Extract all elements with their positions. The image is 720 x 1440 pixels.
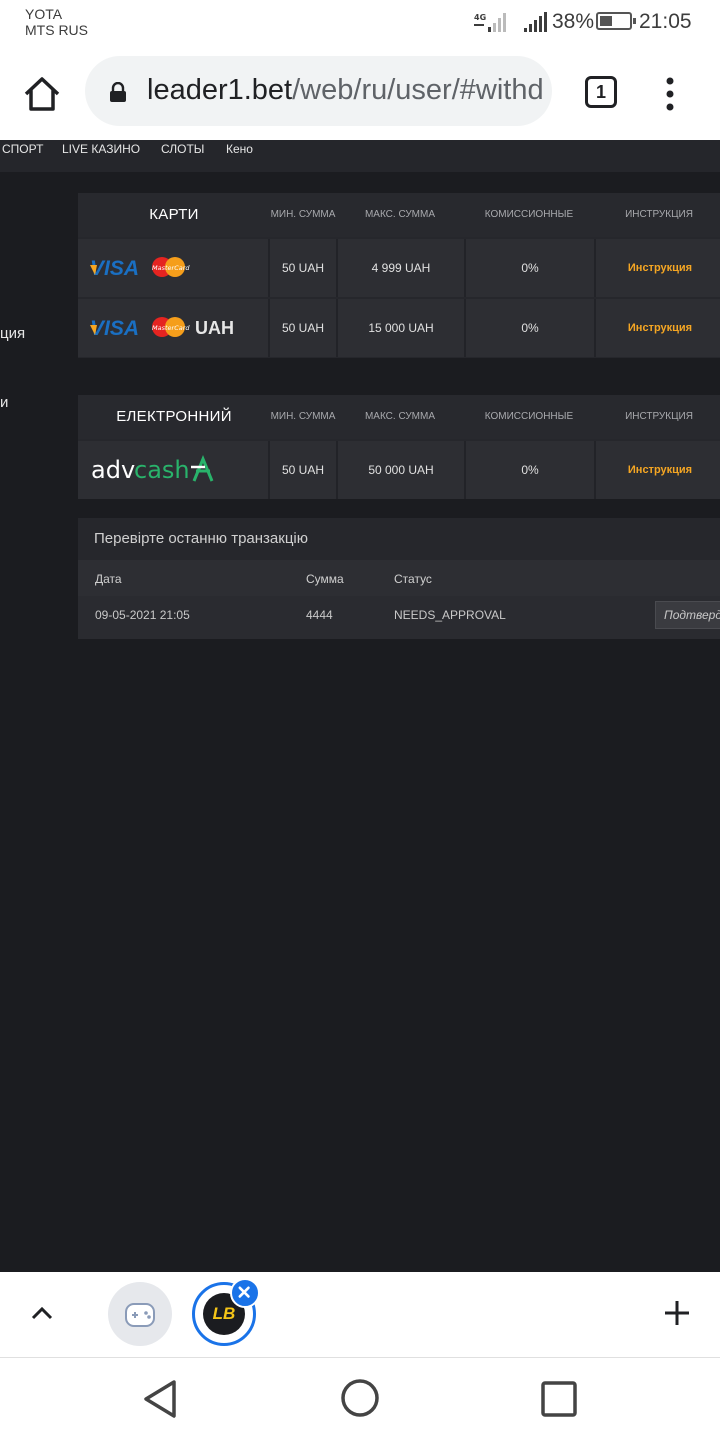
chevron-up-icon[interactable] <box>28 1302 56 1324</box>
browser-toolbar: leader1.bet/web/ru/user/#withd 1 <box>0 48 720 140</box>
table-title: ЕЛЕКТРОННИЙ <box>116 408 232 425</box>
ewallet-payment-table: ЕЛЕКТРОННИЙ МИН. СУММА МАКС. СУММА КОМИС… <box>78 395 720 499</box>
recents-icon[interactable] <box>540 1380 578 1418</box>
instruction-link[interactable]: Инструкция <box>594 441 720 499</box>
nav-keno[interactable]: Кено <box>226 140 253 172</box>
min-amount: 50 UAH <box>268 441 336 499</box>
header-instruction: ИНСТРУКЦИЯ <box>625 209 693 220</box>
cards-payment-table: КАРТИ МИН. СУММА МАКС. СУММА КОМИССИОННЫ… <box>78 193 720 358</box>
tab-switcher-button[interactable]: 1 <box>585 76 617 108</box>
transaction-title: Перевірте останню транзакцію <box>94 530 308 547</box>
visa-wordmark: VISA <box>90 257 139 280</box>
site-nav: СПОРТ LIVE КАЗИНО СЛОТЫ Кено <box>0 140 720 172</box>
transaction-amount: 4444 <box>306 608 333 622</box>
more-menu-icon[interactable] <box>660 74 680 114</box>
header-fee: КОМИССИОННЫЕ <box>484 209 574 220</box>
visa-mastercard-logo: VISA MasterCard <box>78 239 268 297</box>
bubble-bar: LB <box>0 1272 720 1358</box>
advcash-wordmark-b: cash <box>134 456 190 484</box>
visa-mastercard-uah-logo: VISA MasterCard UAH <box>78 299 268 357</box>
sidebar-fragment[interactable]: ция <box>0 325 25 342</box>
url-path: /web/ru/user/#withd <box>292 74 544 106</box>
header-fee: КОМИССИОННЫЕ <box>484 411 574 422</box>
header-max: МАКС. СУММА <box>364 209 436 220</box>
header-status: Статус <box>394 572 432 586</box>
network-type-label: 4G <box>474 13 486 22</box>
header-amount: Сумма <box>306 572 344 586</box>
battery-percent: 38% <box>552 10 595 33</box>
url-host: leader1.bet <box>147 74 293 106</box>
signal-4g-icon: 4G <box>474 13 506 32</box>
max-amount: 15 000 UAH <box>336 299 464 357</box>
confirm-button[interactable]: Подтвердить <box>655 601 720 629</box>
clock: 21:05 <box>639 10 692 33</box>
nav-live-casino[interactable]: LIVE КАЗИНО <box>62 140 140 172</box>
nav-sport[interactable]: СПОРТ <box>2 140 43 172</box>
game-bubble[interactable] <box>108 1282 172 1346</box>
home-icon[interactable] <box>22 74 62 114</box>
system-nav-bar <box>0 1358 720 1440</box>
mastercard-wordmark: MasterCard <box>152 324 190 332</box>
advcash-logo-icon: adv cash <box>91 455 214 484</box>
table-header: ЕЛЕКТРОННИЙ МИН. СУММА МАКС. СУММА КОМИС… <box>78 395 720 439</box>
advcash-logo: adv cash <box>78 441 268 499</box>
min-amount: 50 UAH <box>268 299 336 357</box>
header-max: МАКС. СУММА <box>364 411 436 422</box>
signal-bars-icon <box>524 12 547 32</box>
transaction-header: Дата Сумма Статус <box>78 560 720 596</box>
gamepad-icon <box>125 1303 155 1327</box>
last-transaction-panel: Перевірте останню транзакцію Дата Сумма … <box>78 518 720 639</box>
currency-suffix: UAH <box>195 318 234 338</box>
sidebar-fragment[interactable]: и <box>0 394 8 411</box>
back-icon[interactable] <box>140 1378 180 1420</box>
advcash-wordmark-a: adv <box>91 456 135 484</box>
min-amount: 50 UAH <box>268 239 336 297</box>
plus-icon[interactable] <box>662 1298 692 1328</box>
carrier-primary: YOTA <box>25 6 63 22</box>
header-date: Дата <box>95 572 122 586</box>
mastercard-wordmark: MasterCard <box>152 264 190 272</box>
close-icon[interactable] <box>230 1278 260 1308</box>
instruction-link[interactable]: Инструкция <box>594 239 720 297</box>
commission: 0% <box>464 299 594 357</box>
table-row[interactable]: adv cash 50 UAH 50 000 UAH 0% Инструкция <box>78 441 720 499</box>
header-instruction: ИНСТРУКЦИЯ <box>625 411 693 422</box>
nav-slots[interactable]: СЛОТЫ <box>161 140 204 172</box>
table-row[interactable]: VISA MasterCard 50 UAH 4 999 UAH 0% Инст… <box>78 239 720 297</box>
visa-logo-icon: VISA MasterCard UAH <box>90 317 234 340</box>
transaction-date: 09-05-2021 21:05 <box>95 608 190 622</box>
url-text: leader1.bet/web/ru/user/#withd <box>147 74 544 107</box>
header-min: МИН. СУММА <box>270 411 336 422</box>
lock-icon <box>110 82 126 102</box>
battery-icon <box>596 12 636 30</box>
commission: 0% <box>464 239 594 297</box>
commission: 0% <box>464 441 594 499</box>
status-bar: YOTA MTS RUS 4G 38% 21:05 <box>0 0 720 48</box>
max-amount: 50 000 UAH <box>336 441 464 499</box>
home-circle-icon[interactable] <box>340 1378 380 1418</box>
carrier-secondary: MTS RUS <box>25 22 88 38</box>
visa-wordmark: VISA <box>90 317 139 340</box>
url-bar[interactable]: leader1.bet/web/ru/user/#withd <box>85 56 552 126</box>
transaction-status: NEEDS_APPROVAL <box>394 608 506 622</box>
table-row: 09-05-2021 21:05 4444 NEEDS_APPROVAL Под… <box>78 596 720 639</box>
table-row[interactable]: VISA MasterCard UAH 50 UAH 15 000 UAH 0%… <box>78 299 720 357</box>
table-title: КАРТИ <box>149 206 199 223</box>
visa-logo-icon: VISA MasterCard <box>90 257 190 280</box>
table-header: КАРТИ МИН. СУММА МАКС. СУММА КОМИССИОННЫ… <box>78 193 720 237</box>
header-min: МИН. СУММА <box>270 209 336 220</box>
max-amount: 4 999 UAH <box>336 239 464 297</box>
instruction-link[interactable]: Инструкция <box>594 299 720 357</box>
